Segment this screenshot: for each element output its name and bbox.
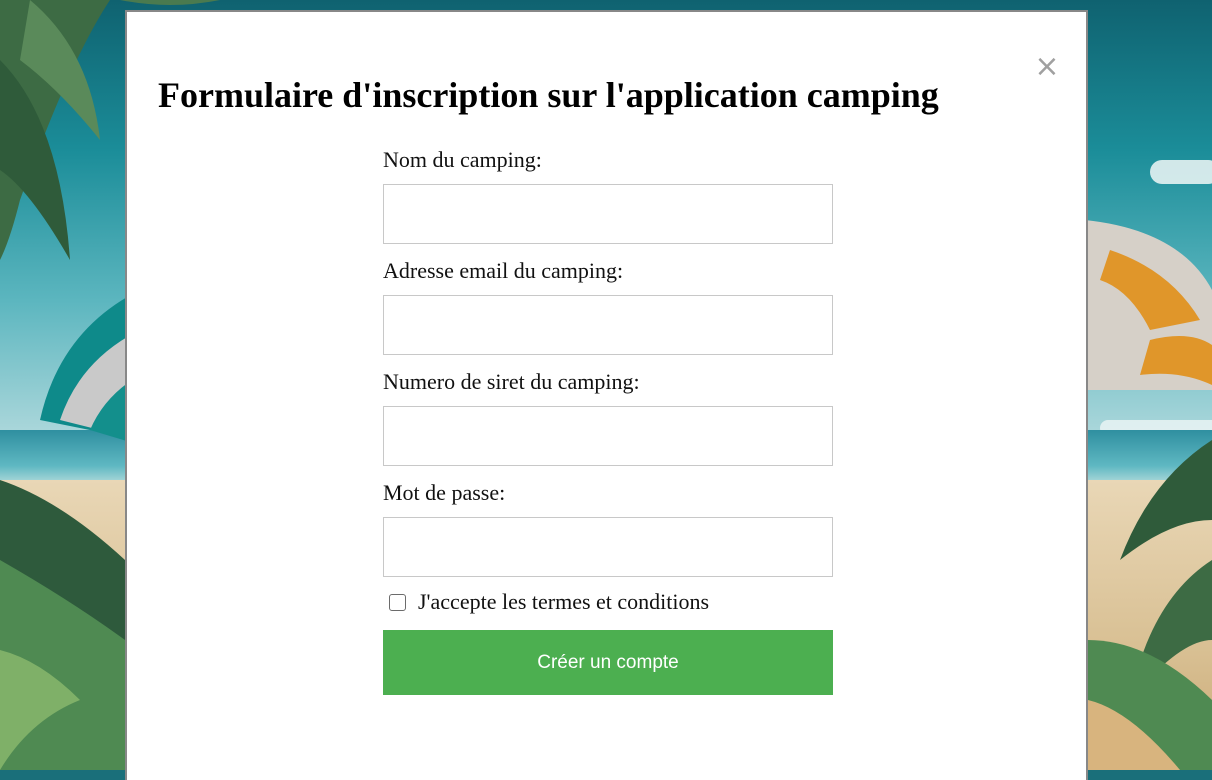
modal-title: Formulaire d'inscription sur l'applicati… — [158, 75, 939, 115]
foliage-right — [1088, 440, 1212, 770]
signup-form: Nom du camping: Adresse email du camping… — [383, 143, 835, 695]
terms-checkbox[interactable] — [389, 593, 406, 611]
signup-modal: × Formulaire d'inscription sur l'applica… — [125, 10, 1088, 780]
camping-email-input[interactable] — [383, 295, 833, 355]
password-input[interactable] — [383, 517, 833, 577]
camping-email-label: Adresse email du camping: — [383, 258, 624, 283]
right-parasol-icon — [1085, 220, 1212, 390]
siret-number-input[interactable] — [383, 406, 833, 466]
password-label: Mot de passe: — [383, 480, 506, 505]
foliage-bottom-left — [0, 480, 125, 770]
siret-number-label: Numero de siret du camping: — [383, 369, 640, 394]
camping-name-input[interactable] — [383, 184, 833, 244]
camping-name-label: Nom du camping: — [383, 147, 542, 172]
terms-row: J'accepte les termes et conditions — [383, 589, 835, 615]
terms-label[interactable]: J'accepte les termes et conditions — [418, 589, 709, 615]
close-icon[interactable]: × — [1032, 50, 1062, 84]
create-account-button[interactable]: Créer un compte — [383, 630, 833, 695]
